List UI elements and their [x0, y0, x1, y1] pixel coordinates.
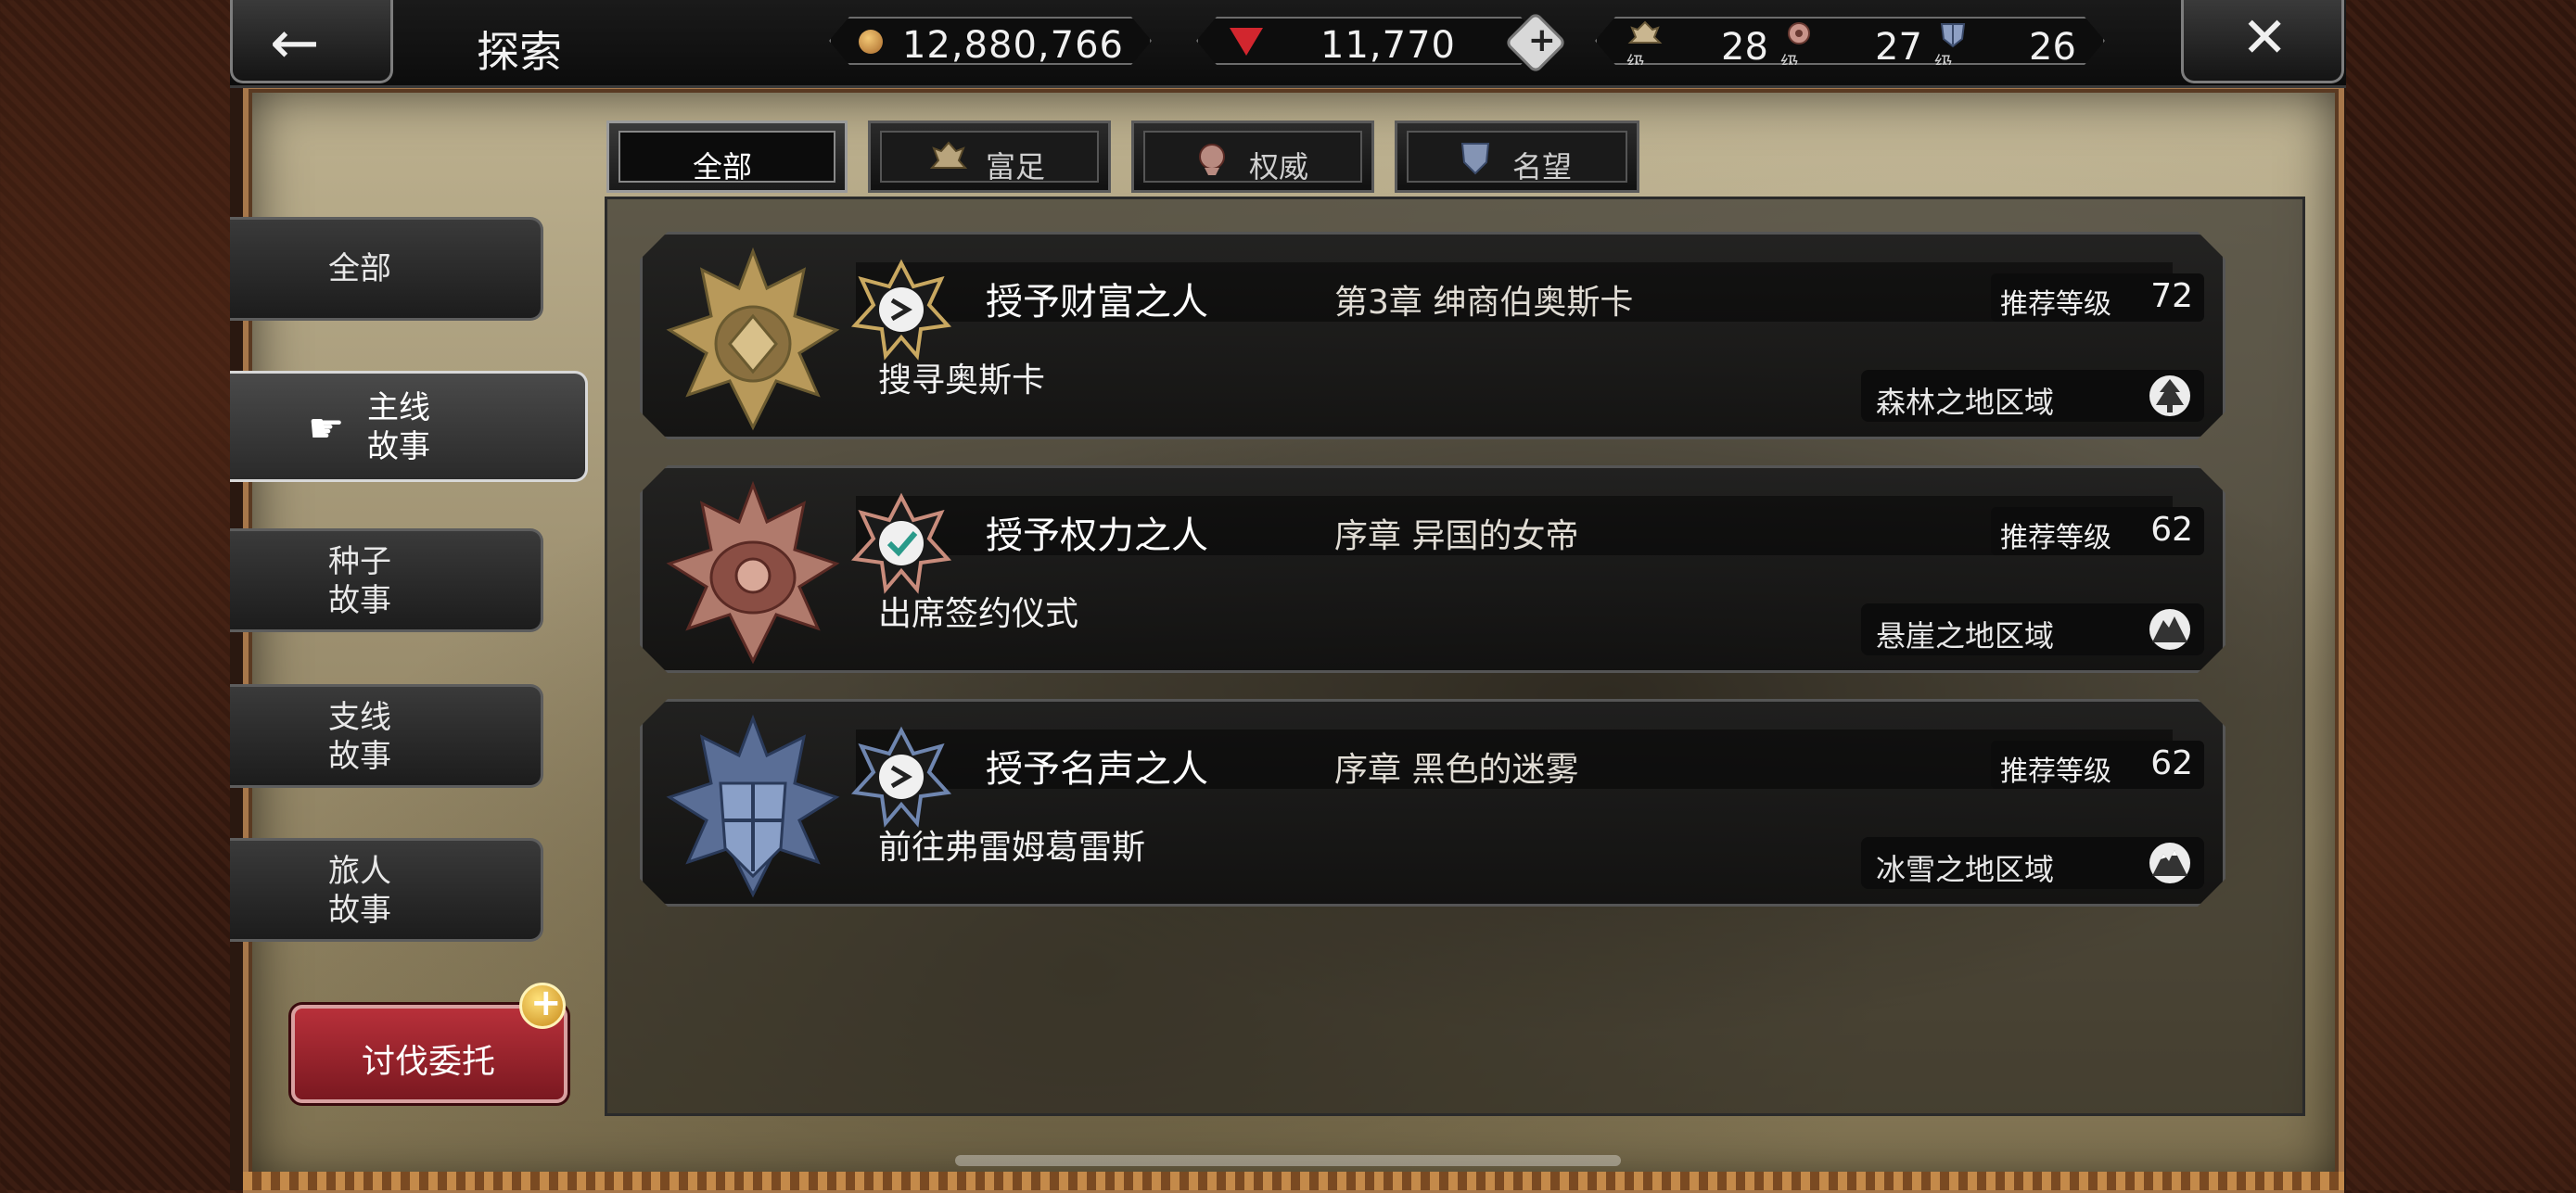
- sidebar-item-side-story[interactable]: 支线 故事: [230, 684, 543, 788]
- sidebar-item-all[interactable]: 全部: [230, 217, 543, 321]
- quest-objective: 搜寻奥斯卡: [878, 362, 1046, 400]
- sidebar-item-label: 支线 故事: [328, 699, 391, 775]
- close-icon: ✕: [2241, 6, 2289, 70]
- sidebar-item-label: 旅人 故事: [328, 853, 391, 929]
- quest-row[interactable]: 授予名声之人 序章 黑色的迷雾 前往弗雷姆葛雷斯 推荐等级 62 冰雪之地区域: [640, 699, 2225, 907]
- recommended-level: 推荐等级 72: [1991, 273, 2204, 322]
- quest-title: 授予权力之人: [986, 514, 1208, 557]
- fame-crest-icon: [1934, 20, 1971, 48]
- quest-objective: 出席签约仪式: [878, 595, 1079, 633]
- gold-counter: 12,880,766: [829, 17, 1152, 65]
- region-tag: 森林之地区域: [1861, 370, 2204, 422]
- cliff-region-icon: [2147, 607, 2193, 652]
- plus-icon: +: [1527, 21, 1556, 60]
- region-label: 森林之地区域: [1876, 385, 2055, 420]
- gem-icon: [1230, 28, 1263, 56]
- sidebar-item-traveler-story[interactable]: 旅人 故事: [230, 838, 543, 942]
- tab-label: 全部: [693, 149, 753, 184]
- tab-label: 名望: [1512, 149, 1573, 184]
- recommended-level-value: 62: [2150, 744, 2193, 782]
- wealth-emblem-icon: [656, 242, 850, 437]
- region-tag: 冰雪之地区域: [1861, 837, 2204, 889]
- quest-row[interactable]: 授予财富之人 第3章 绅商伯奥斯卡 搜寻奥斯卡 推荐等级 72 森林之地区域: [640, 232, 2225, 439]
- recommended-level-label: 推荐等级: [2000, 288, 2111, 321]
- tab-label: 权威: [1249, 149, 1309, 184]
- sidebar-item-label: 种子 故事: [328, 543, 391, 619]
- recommended-level-label: 推荐等级: [2000, 755, 2111, 788]
- snow-region-icon: [2147, 841, 2193, 885]
- plus-badge-icon: +: [519, 982, 566, 1029]
- home-indicator: [955, 1155, 1621, 1166]
- page-title: 探索: [477, 27, 562, 77]
- quest-title: 授予财富之人: [986, 281, 1208, 324]
- sidebar-item-seed-story[interactable]: 种子 故事: [230, 528, 543, 632]
- level-value: 26: [2029, 26, 2076, 69]
- authority-crest-icon: [1199, 144, 1225, 175]
- close-button[interactable]: ✕: [2181, 0, 2344, 83]
- quest-objective: 前往弗雷姆葛雷斯: [878, 829, 1146, 867]
- recommended-level: 推荐等级 62: [1991, 741, 2204, 789]
- region-label: 悬崖之地区域: [1876, 618, 2055, 654]
- gem-counter: 11,770: [1196, 17, 1541, 65]
- authority-star-icon: [850, 492, 952, 594]
- back-button[interactable]: ←: [230, 0, 393, 83]
- gold-amount: 12,880,766: [901, 24, 1124, 67]
- back-arrow-icon: ←: [270, 9, 320, 78]
- region-label: 冰雪之地区域: [1876, 852, 2055, 887]
- tab-all[interactable]: 全部: [606, 121, 848, 193]
- recommended-level-label: 推荐等级: [2000, 522, 2111, 554]
- recommended-level-value: 72: [2150, 277, 2193, 315]
- quest-chapter: 序章 黑色的迷雾: [1334, 751, 1579, 789]
- pointing-hand-icon: ☛: [308, 405, 345, 452]
- tab-label: 富足: [986, 149, 1046, 184]
- quest-row[interactable]: 授予权力之人 序章 异国的女帝 出席签约仪式 推荐等级 62 悬崖之地区域: [640, 465, 2225, 673]
- wealth-star-icon: [850, 259, 952, 361]
- fame-star-icon: [850, 726, 952, 828]
- level-counter: 级别 28 级别 27 级别 26: [1595, 17, 2105, 65]
- tab-fame[interactable]: 名望: [1395, 121, 1639, 193]
- gem-amount: 11,770: [1320, 24, 1456, 67]
- wealth-crest-icon: [929, 141, 968, 169]
- tab-wealth[interactable]: 富足: [868, 121, 1111, 193]
- recommended-level: 推荐等级 62: [1991, 507, 2204, 555]
- fame-crest-icon: [1460, 143, 1490, 175]
- level-value: 28: [1721, 26, 1768, 69]
- subjugation-label: 讨伐委托: [362, 1043, 496, 1081]
- recommended-level-value: 62: [2150, 511, 2193, 549]
- level-value: 27: [1875, 26, 1922, 69]
- authority-emblem-icon: [656, 476, 850, 670]
- sidebar-item-main-story[interactable]: ☛ 主线 故事: [230, 371, 588, 482]
- tab-authority[interactable]: 权威: [1131, 121, 1374, 193]
- sidebar-item-label: 全部: [328, 250, 391, 287]
- quest-chapter: 第3章 绅商伯奥斯卡: [1334, 284, 1634, 322]
- sidebar-item-label: 主线 故事: [367, 389, 430, 465]
- map-border: [243, 1172, 2344, 1190]
- quest-title: 授予名声之人: [986, 748, 1208, 791]
- coin-icon: [859, 30, 883, 54]
- fame-emblem-icon: [656, 709, 850, 904]
- authority-crest-icon: [1780, 20, 1817, 48]
- wealth-crest-icon: [1626, 20, 1664, 48]
- forest-region-icon: [2147, 374, 2193, 418]
- region-tag: 悬崖之地区域: [1861, 603, 2204, 655]
- quest-chapter: 序章 异国的女帝: [1334, 517, 1579, 555]
